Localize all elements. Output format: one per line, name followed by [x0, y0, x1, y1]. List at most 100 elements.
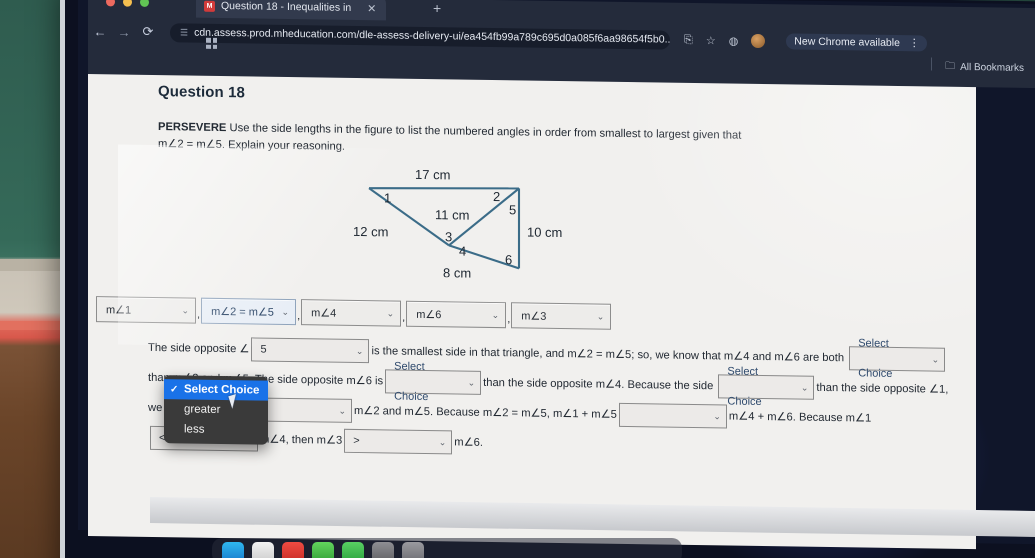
url-text: cdn.assess.prod.mheducation.com/dle-asse…	[194, 26, 670, 46]
reason-dropdown-8-value: >	[353, 434, 360, 448]
prompt-tag: PERSEVERE	[158, 121, 227, 135]
label-left-side: 12 cm	[353, 224, 388, 240]
angle-label-4: 4	[459, 244, 466, 259]
favicon-icon: M	[204, 0, 215, 12]
reason-text-6: m∠2 and m∠5. Because m∠2 = m∠5,	[353, 404, 550, 420]
address-bar[interactable]: ☰ cdn.assess.prod.mheducation.com/dle-as…	[170, 22, 670, 50]
answer-dropdown-row: m∠1 ⌄ , m∠2 = m∠5 ⌄ , m∠4 ⌄ , m∠6 ⌄ , m∠…	[96, 296, 612, 330]
dropdown-option-label: less	[184, 423, 205, 436]
bookmark-star-icon[interactable]: ☆	[706, 34, 716, 47]
angle-label-1: 1	[384, 190, 391, 205]
tab-title: Question 18 - Inequalities in	[221, 0, 352, 14]
prompt-text: Use the side lengths in the figure to li…	[158, 122, 742, 154]
reason-dropdown-8[interactable]: > ⌄	[344, 428, 453, 455]
reason-text-8: m∠4 + m∠6. Because m∠1	[728, 410, 872, 425]
geometry-figure: 17 cm 12 cm 11 cm 10 cm 8 cm 1 2 5 3 4 6	[353, 166, 603, 280]
open-dropdown-menu[interactable]: ✓ Select Choice greater less	[164, 375, 268, 445]
answer-dropdown-3-value: m∠4	[311, 306, 337, 320]
overflow-menu-icon[interactable]: ⋮	[909, 37, 920, 49]
reason-text-7-hidden: m∠1 + m∠5	[552, 407, 617, 421]
forward-button[interactable]: →	[112, 24, 136, 39]
reason-dropdown-3[interactable]: Select Choice ⌄	[385, 361, 482, 403]
page-info-icon[interactable]: ☰	[180, 27, 187, 38]
window-controls[interactable]	[106, 0, 149, 7]
reason-dropdown-1-value: 5	[260, 343, 267, 356]
dropdown-option-greater[interactable]: greater	[164, 399, 268, 421]
reason-text-4: than the side opposite m∠4. Because the …	[483, 376, 714, 393]
screen-glare-secondary	[596, 74, 976, 368]
apps-grid-icon[interactable]	[206, 37, 217, 49]
reason-dropdown-2-value: Select Choice	[858, 337, 893, 380]
angle-label-5: 5	[509, 202, 516, 217]
page-title: Question 18	[158, 83, 245, 102]
chevron-down-icon: ⌄	[181, 304, 189, 315]
label-top-side: 17 cm	[415, 167, 450, 183]
dropdown-option-less[interactable]: less	[164, 419, 268, 441]
reason-dropdown-6[interactable]: ⌄	[618, 402, 727, 429]
reason-dropdown-4-value: Select Choice	[727, 365, 762, 409]
all-bookmarks-button[interactable]: 🗀 All Bookmarks	[931, 57, 1024, 77]
answer-dropdown-1-value: m∠1	[106, 303, 132, 317]
answer-dropdown-4-value: m∠6	[416, 308, 442, 321]
dropdown-option-label: greater	[184, 403, 221, 416]
angle-label-6: 6	[505, 252, 512, 267]
reason-dropdown-4[interactable]: Select Choice ⌄	[718, 366, 815, 408]
chevron-down-icon: ⌄	[800, 382, 809, 393]
reason-text-9: m∠4, then m∠3	[260, 433, 343, 447]
chrome-update-banner[interactable]: New Chrome available ⋮	[786, 33, 928, 52]
chevron-down-icon: ⌄	[931, 354, 940, 365]
dropdown-option-label: Select Choice	[184, 383, 260, 397]
answer-dropdown-1[interactable]: m∠1 ⌄	[96, 296, 196, 324]
back-button[interactable]: ←	[88, 24, 112, 39]
dock-icon-settings[interactable]	[372, 542, 394, 558]
reasoning-paragraph: The side opposite ∠ 5 ⌄ is the smallest sid…	[148, 333, 958, 465]
toolbar-icons: ⎘ ☆ ◍ New Chrome available ⋮	[684, 32, 928, 52]
macos-dock[interactable]	[212, 538, 682, 558]
dock-icon-appstore[interactable]	[402, 542, 424, 558]
dock-icon-mail[interactable]	[282, 542, 304, 558]
label-right-side: 10 cm	[527, 225, 562, 241]
answer-dropdown-5-value: m∠3	[521, 309, 547, 323]
minimize-window-button[interactable]	[123, 0, 132, 7]
profile-avatar[interactable]	[751, 33, 766, 49]
angle-label-3: 3	[445, 229, 452, 244]
all-bookmarks-label: All Bookmarks	[960, 61, 1024, 74]
close-window-button[interactable]	[106, 0, 115, 7]
chevron-down-icon: ⌄	[386, 307, 395, 319]
dock-icon-finder[interactable]	[222, 542, 244, 558]
answer-dropdown-2-value: m∠2 = m∠5	[211, 305, 274, 319]
chevron-down-icon: ⌄	[338, 405, 346, 416]
dock-icon-facetime[interactable]	[342, 542, 364, 558]
dock-icon-safari[interactable]	[252, 542, 274, 558]
folder-icon: 🗀	[945, 60, 956, 72]
checkmark-icon: ✓	[170, 383, 179, 395]
label-middle-side: 11 cm	[435, 207, 469, 223]
maximize-window-button[interactable]	[140, 0, 149, 7]
dock-icon-messages[interactable]	[312, 542, 334, 558]
extensions-icon[interactable]: ◍	[729, 34, 739, 47]
dropdown-option-select-choice[interactable]: ✓ Select Choice	[164, 379, 268, 401]
update-banner-label: New Chrome available	[794, 35, 900, 50]
reason-text-1: The side opposite ∠	[148, 341, 250, 356]
reason-text-10: m∠6.	[454, 436, 483, 449]
answer-dropdown-3[interactable]: m∠4 ⌄	[301, 299, 402, 327]
new-tab-button[interactable]: +	[433, 0, 441, 16]
close-tab-icon[interactable]: ✕	[367, 2, 376, 15]
chevron-down-icon: ⌄	[281, 306, 290, 317]
chevron-down-icon: ⌄	[596, 311, 605, 322]
assessment-page: Question 18 PERSEVERE Use the side lengt…	[88, 74, 976, 550]
reload-button[interactable]: ⟳	[136, 24, 160, 40]
reason-dropdown-3-value: Select Choice	[394, 360, 429, 404]
answer-dropdown-2[interactable]: m∠2 = m∠5 ⌄	[201, 297, 297, 326]
reason-dropdown-2[interactable]: Select Choice ⌄	[849, 337, 946, 380]
chevron-down-icon: ⌄	[467, 377, 476, 388]
question-prompt: PERSEVERE Use the side lengths in the fi…	[158, 119, 758, 163]
answer-dropdown-4[interactable]: m∠6 ⌄	[406, 300, 507, 329]
reason-dropdown-1[interactable]: 5 ⌄	[251, 337, 370, 364]
chevron-down-icon: ⌄	[713, 411, 721, 422]
answer-dropdown-5[interactable]: m∠3 ⌄	[511, 302, 612, 330]
translate-icon[interactable]: ⎘	[684, 33, 693, 46]
angle-label-2: 2	[493, 189, 500, 204]
browser-window: M Question 18 - Inequalities in ✕ + ← → …	[88, 0, 1035, 89]
chevron-down-icon: ⌄	[355, 346, 364, 357]
